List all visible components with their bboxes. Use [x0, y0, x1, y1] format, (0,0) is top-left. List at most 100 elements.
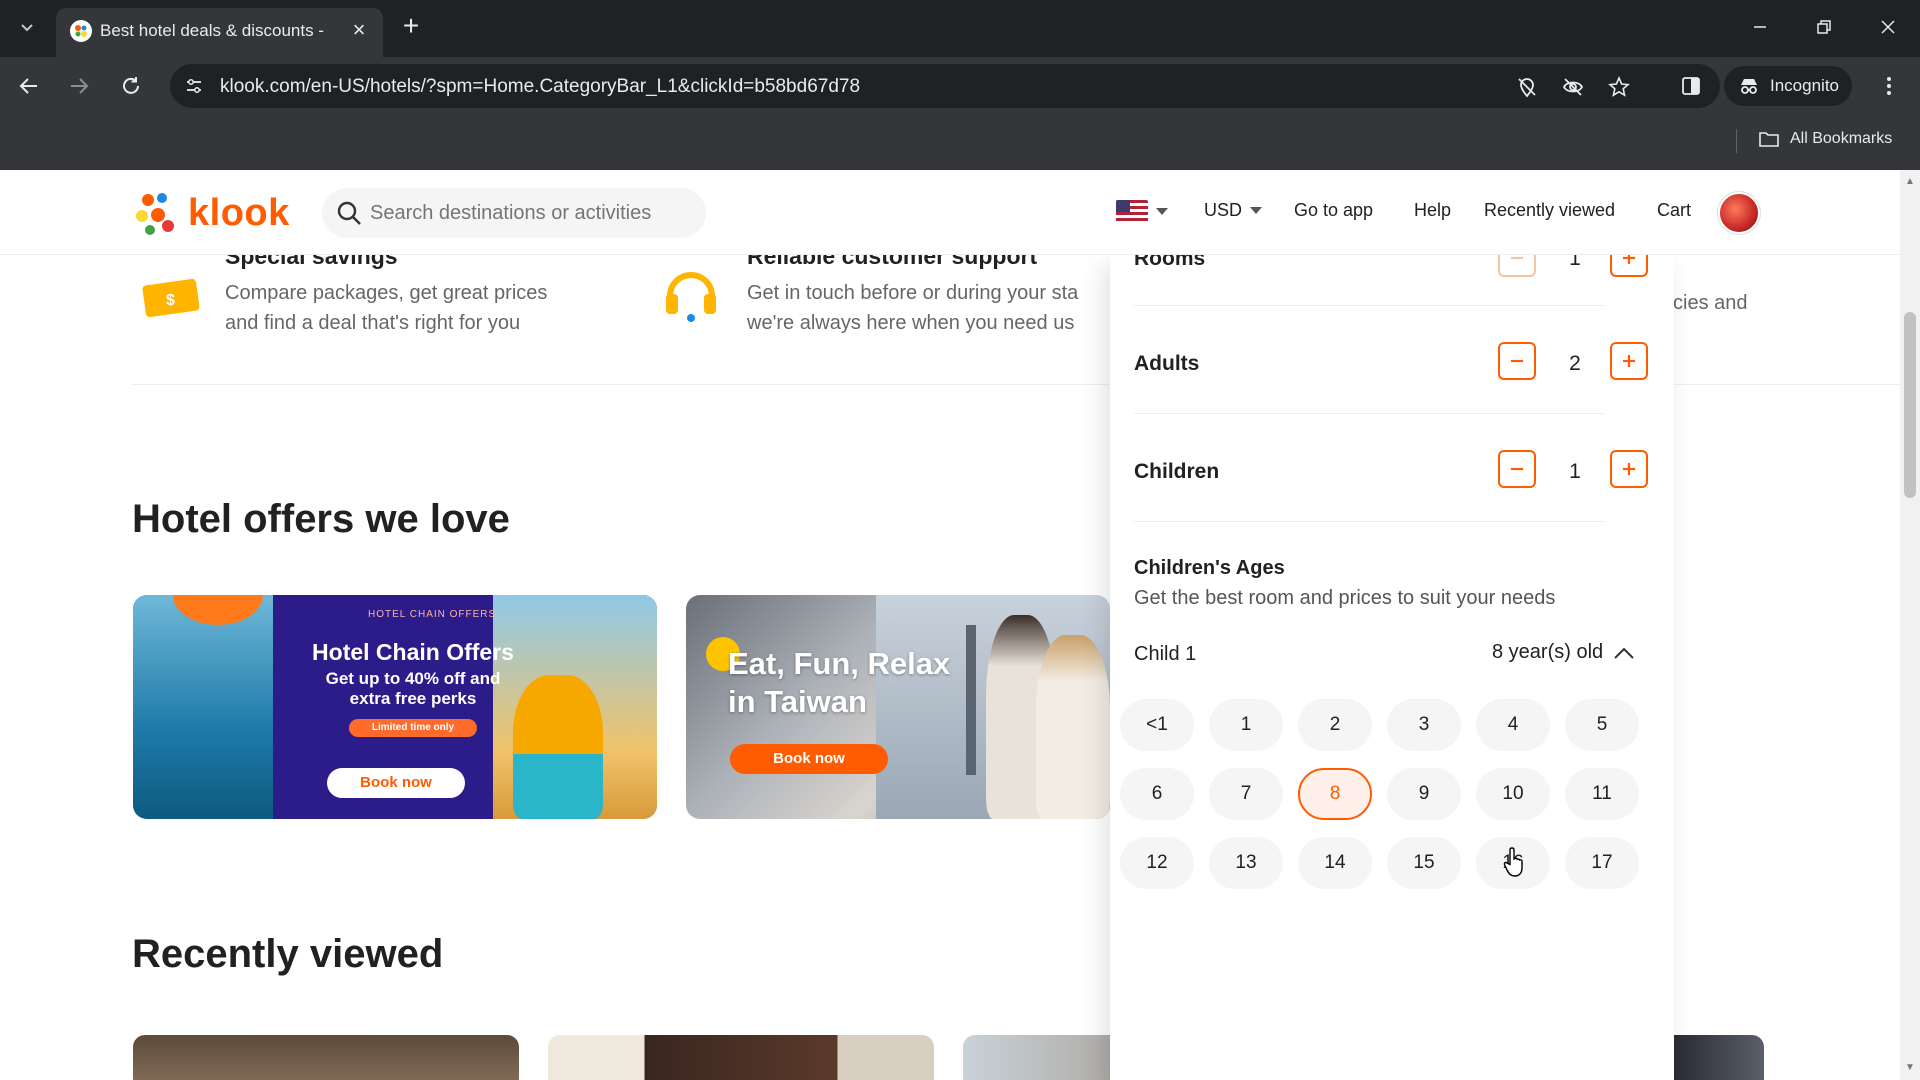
recent-hotel-thumbnail[interactable] — [133, 1035, 519, 1080]
adults-label: Adults — [1134, 352, 1200, 375]
plus-icon — [1623, 355, 1635, 367]
incognito-icon — [1741, 79, 1757, 94]
bookmarks-bar: All Bookmarks — [0, 115, 1920, 170]
age-option-13[interactable]: 13 — [1209, 837, 1283, 889]
children-ages-title: Children's Ages — [1134, 557, 1285, 579]
age-option-11[interactable]: 11 — [1565, 768, 1639, 820]
scroll-down-icon[interactable]: ▼ — [1904, 1062, 1916, 1074]
cart-link[interactable]: Cart — [1657, 200, 1691, 221]
chevron-up-icon — [1614, 647, 1634, 659]
scrollbar-thumb[interactable] — [1904, 312, 1916, 498]
side-panel-icon[interactable] — [1674, 69, 1708, 103]
age-option-12[interactable]: 12 — [1120, 837, 1194, 889]
taipei-tower-image — [966, 625, 976, 775]
currency-label: USD — [1204, 200, 1243, 220]
offers-section-title: Hotel offers we love — [132, 497, 510, 541]
age-option-3[interactable]: 3 — [1387, 699, 1461, 751]
address-bar[interactable]: klook.com/en-US/hotels/?spm=Home.Categor… — [170, 64, 1720, 108]
go-to-app-link[interactable]: Go to app — [1294, 200, 1373, 221]
age-option-2[interactable]: 2 — [1298, 699, 1372, 751]
all-bookmarks-button[interactable]: All Bookmarks — [1758, 130, 1892, 148]
couple-figure-image — [1036, 635, 1110, 819]
language-selector[interactable] — [1116, 200, 1168, 222]
us-flag-icon — [1116, 200, 1148, 222]
benefit-special-savings: Special savings Compare packages, get gr… — [225, 243, 547, 338]
adults-increment-button[interactable] — [1610, 342, 1648, 380]
more-menu-icon[interactable] — [1874, 69, 1904, 103]
bookmarks-divider — [1736, 129, 1737, 153]
bookmark-star-icon[interactable] — [1606, 74, 1632, 100]
offer-card-hotel-chain[interactable]: HOTEL CHAIN OFFERS Hotel Chain Offers Ge… — [133, 595, 657, 819]
location-off-icon[interactable] — [1514, 74, 1540, 100]
user-avatar[interactable] — [1718, 192, 1760, 234]
search-bar[interactable] — [322, 188, 706, 238]
restore-icon[interactable] — [1804, 12, 1844, 42]
caret-down-icon — [1250, 207, 1263, 214]
age-option-14[interactable]: 14 — [1298, 837, 1372, 889]
age-option-8[interactable]: 8 — [1298, 768, 1372, 820]
panel-divider — [1134, 305, 1604, 306]
children-label: Children — [1134, 460, 1220, 483]
back-arrow-icon[interactable] — [12, 69, 46, 103]
reload-icon[interactable] — [114, 69, 148, 103]
currency-selector[interactable]: USD — [1204, 200, 1263, 221]
minimize-icon[interactable] — [1740, 12, 1780, 42]
offer-card-taiwan[interactable]: Eat, Fun, Relax in Taiwan Book now — [686, 595, 1110, 819]
book-now-button[interactable]: Book now — [327, 768, 465, 798]
panel-divider — [1134, 413, 1604, 414]
new-tab-icon[interactable]: + — [396, 12, 426, 42]
age-option-1[interactable]: 1 — [1209, 699, 1283, 751]
adults-decrement-button[interactable] — [1498, 342, 1536, 380]
age-option-10[interactable]: 10 — [1476, 768, 1550, 820]
age-option-5[interactable]: 5 — [1565, 699, 1639, 751]
page-viewport: klook USD Go to app Help Recently viewed… — [0, 170, 1920, 1080]
window-close-icon[interactable] — [1868, 12, 1908, 42]
folder-icon — [1759, 132, 1779, 147]
chevron-down-icon — [21, 24, 33, 32]
book-now-button[interactable]: Book now — [730, 744, 888, 774]
tab-title: Best hotel deals & discounts - K — [100, 21, 330, 40]
minus-icon — [1511, 359, 1523, 363]
person-figure-image — [513, 675, 603, 819]
children-decrement-button[interactable] — [1498, 450, 1536, 488]
recent-hotel-thumbnail[interactable] — [548, 1035, 934, 1080]
child-age-value: 8 year(s) old — [1492, 641, 1604, 663]
all-bookmarks-label: All Bookmarks — [1790, 130, 1893, 147]
search-input[interactable] — [370, 200, 690, 226]
page-scrollbar[interactable]: ▲ ▼ — [1900, 170, 1920, 1080]
scroll-up-icon[interactable]: ▲ — [1904, 176, 1916, 188]
help-link[interactable]: Help — [1414, 200, 1451, 221]
tab-search-button[interactable] — [10, 10, 44, 44]
age-option-15[interactable]: 15 — [1387, 837, 1461, 889]
recent-section-title: Recently viewed — [132, 932, 444, 976]
klook-logo-icon — [136, 193, 174, 235]
browser-tab[interactable]: Best hotel deals & discounts - K × — [56, 8, 383, 57]
offer-title: Hotel Chain Offers — [312, 639, 514, 665]
benefit-text: Get in touch before or during your sta w… — [747, 282, 1079, 334]
age-option-9[interactable]: 9 — [1387, 768, 1461, 820]
incognito-indicator[interactable]: Incognito — [1724, 66, 1852, 106]
age-option-7[interactable]: 7 — [1209, 768, 1283, 820]
logo-text: klook — [188, 191, 290, 234]
age-option-17[interactable]: 17 — [1565, 837, 1639, 889]
savings-ticket-icon: $ — [140, 272, 204, 325]
children-increment-button[interactable] — [1610, 450, 1648, 488]
site-settings-icon[interactable] — [182, 74, 206, 98]
offer-line: extra free perks — [349, 689, 477, 708]
adults-value: 2 — [1569, 352, 1581, 375]
guest-selector-panel: Rooms 1 Adults 2 Children 1 Children's A… — [1110, 239, 1674, 1080]
age-option-under-1[interactable]: <1 — [1120, 699, 1194, 751]
tab-close-icon[interactable]: × — [347, 18, 371, 42]
benefit-text: Compare packages, get great prices and f… — [225, 282, 548, 334]
pool-image — [133, 595, 273, 819]
klook-favicon-icon — [70, 20, 92, 42]
eye-off-icon[interactable] — [1560, 74, 1586, 100]
limited-time-badge: Limited time only — [349, 719, 477, 737]
age-option-4[interactable]: 4 — [1476, 699, 1550, 751]
klook-logo[interactable]: klook — [132, 188, 290, 238]
child-age-dropdown[interactable]: 8 year(s) old — [1492, 641, 1635, 664]
forward-arrow-icon[interactable] — [62, 69, 96, 103]
children-value: 1 — [1569, 460, 1581, 483]
recently-viewed-link[interactable]: Recently viewed — [1484, 200, 1615, 221]
age-option-6[interactable]: 6 — [1120, 768, 1194, 820]
